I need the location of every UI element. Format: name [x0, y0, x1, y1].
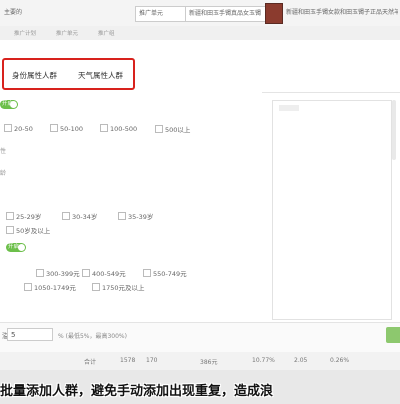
checkbox[interactable]	[92, 283, 100, 291]
premium-hint: % (最低5%，最高300%)	[58, 333, 127, 340]
top-bar-label: 主要的	[4, 9, 23, 16]
table-cell: 0.26%	[330, 357, 350, 364]
option-age-50-plus[interactable]: 50岁及以上	[6, 225, 50, 235]
checkbox[interactable]	[62, 212, 70, 220]
premium-input[interactable]: 5	[7, 328, 53, 341]
section-label: 性	[0, 148, 7, 155]
panel-header	[279, 105, 299, 111]
checkbox[interactable]	[100, 124, 108, 132]
option-price-400-549[interactable]: 400-549元	[82, 268, 126, 278]
table-row: 合计 1578 170 386元 10.77% 2.05 0.26%	[0, 352, 400, 371]
option-age-30-34[interactable]: 30-34岁	[62, 211, 97, 221]
selected-crowd-panel	[272, 100, 392, 320]
toggle-switch-1[interactable]: 开启	[0, 100, 18, 109]
section-label: 龄	[0, 170, 7, 177]
table-cell: 386元	[200, 359, 218, 366]
option-20-50[interactable]: 20-50	[4, 124, 33, 133]
checkbox[interactable]	[155, 125, 163, 133]
table-cell: 2.05	[294, 357, 308, 364]
checkbox[interactable]	[24, 283, 32, 291]
option-100-500[interactable]: 100-500	[100, 124, 137, 133]
checkbox[interactable]	[143, 269, 151, 277]
table-cell: 合计	[84, 359, 97, 366]
option-age-25-29[interactable]: 25-29岁	[6, 211, 41, 221]
checkbox[interactable]	[118, 212, 126, 220]
subbar-item: 推广组	[98, 31, 115, 37]
option-50-100[interactable]: 50-100	[50, 124, 83, 133]
tab-highlight-box	[2, 58, 135, 90]
checkbox[interactable]	[6, 212, 14, 220]
option-500-plus[interactable]: 500以上	[155, 124, 190, 134]
toggle-switch-2[interactable]: 开启	[6, 243, 26, 252]
subbar-item: 推广单元	[56, 31, 79, 37]
video-subtitle: 批量添加人群，避免手动添加出现重复，造成浪	[0, 384, 274, 399]
sub-bar: 推广计划 推广单元 推广组	[0, 26, 400, 41]
scrollbar[interactable]	[392, 100, 396, 160]
unit-filter[interactable]: 推广单元	[135, 6, 189, 22]
checkbox[interactable]	[50, 124, 58, 132]
table-cell: 1578	[120, 357, 136, 364]
app-top-bar: 主要的 推广单元 新疆和田玉手镯真品女玉镯 新疆和田玉手镯女款和田玉镯子正品天然…	[0, 0, 400, 27]
product-thumbnail	[265, 3, 283, 24]
checkbox[interactable]	[82, 269, 90, 277]
table-cell: 170	[146, 357, 158, 364]
product-title: 新疆和田玉手镯女款和田玉镯子正品天然羊脂白玉	[286, 9, 398, 16]
option-price-300-399[interactable]: 300-399元	[36, 268, 80, 278]
unit-select[interactable]: 新疆和田玉手镯真品女玉镯	[185, 6, 271, 22]
option-price-1750-plus[interactable]: 1750元及以上	[92, 282, 145, 292]
confirm-button[interactable]	[386, 327, 400, 343]
option-age-35-39[interactable]: 35-39岁	[118, 211, 153, 221]
table-cell: 10.77%	[252, 357, 275, 364]
option-price-1050-1749[interactable]: 1050-1749元	[24, 282, 76, 292]
checkbox[interactable]	[6, 226, 14, 234]
subbar-item: 推广计划	[14, 31, 37, 37]
option-price-550-749[interactable]: 550-749元	[143, 268, 187, 278]
checkbox[interactable]	[4, 124, 12, 132]
checkbox[interactable]	[36, 269, 44, 277]
